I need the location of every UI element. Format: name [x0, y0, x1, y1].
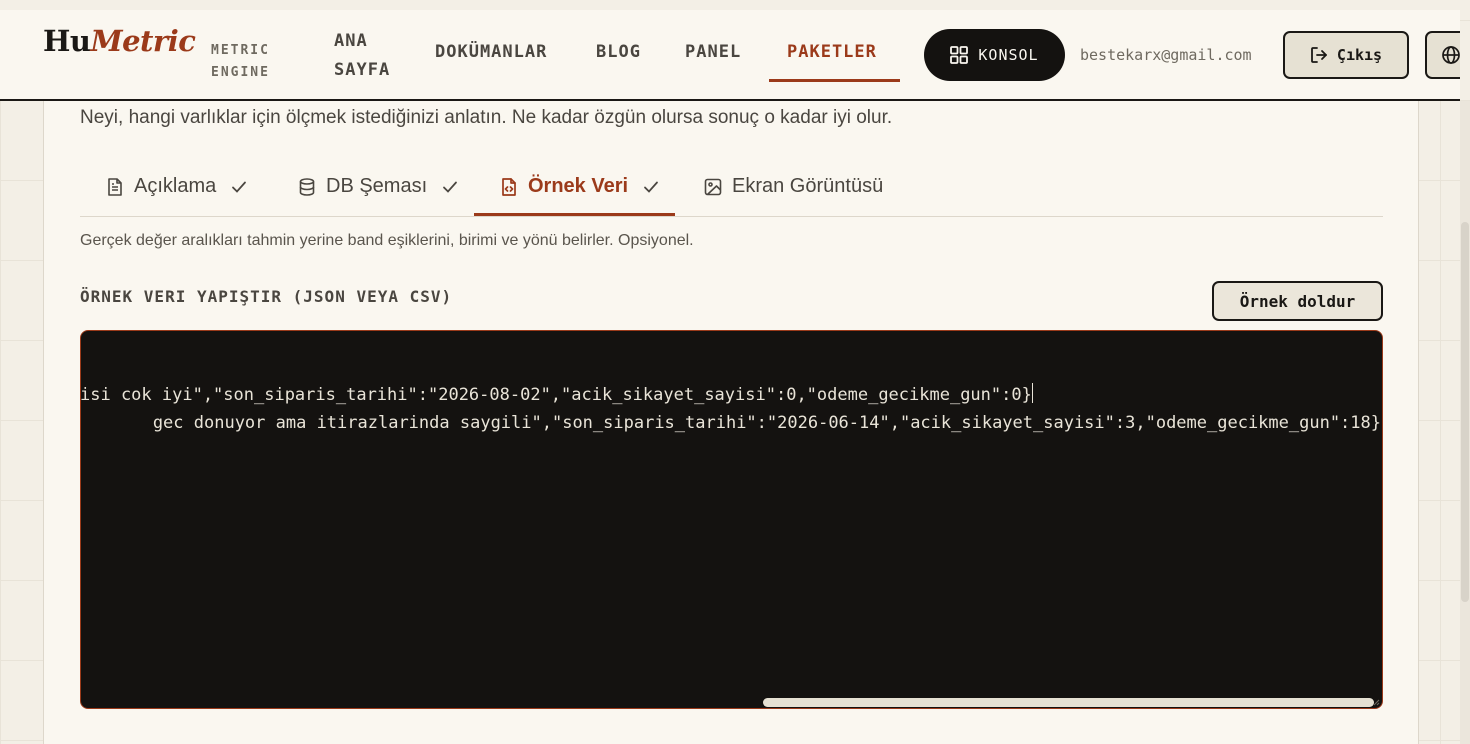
database-icon	[299, 177, 315, 196]
tab-db-semasi[interactable]: DB Şeması	[297, 157, 458, 216]
intro-text: Neyi, hangi varlıklar için ölçmek istedi…	[80, 107, 893, 128]
logout-button[interactable]: Çıkış	[1283, 31, 1409, 79]
tab-active-underline	[474, 213, 675, 216]
page-scrollbar-thumb[interactable]	[1461, 222, 1469, 602]
konsol-button[interactable]: KONSOL	[924, 29, 1065, 81]
code-content: gec donuyor ama itirazlarinda saygili","…	[153, 353, 1381, 493]
logo-subtitle: METRIC ENGINE	[211, 40, 270, 84]
globe-icon	[1442, 46, 1460, 64]
tab-aciklama[interactable]: Açıklama	[105, 157, 247, 216]
tab-ornek-veri[interactable]: Örnek Veri	[499, 157, 659, 216]
logo[interactable]: HuMetric	[43, 24, 196, 58]
nav-paketler[interactable]: PAKETLER	[787, 42, 877, 62]
code-line-2-wrap: isi cok iyi","son_siparis_tarihi":"2026-…	[80, 381, 1033, 409]
file-text-icon	[108, 177, 122, 196]
logo-metric: Metric	[90, 24, 196, 58]
fill-example-button[interactable]: Örnek doldur	[1212, 281, 1383, 321]
code-line-1: gec donuyor ama itirazlarinda saygili","…	[152, 413, 1381, 433]
tab-ekran-goruntusu[interactable]: Ekran Görüntüsü	[703, 157, 883, 216]
check-icon	[443, 181, 458, 193]
check-icon	[232, 181, 247, 193]
grid-icon	[950, 46, 969, 64]
file-code-icon	[502, 177, 516, 196]
tab-db-semasi-label: DB Şeması	[326, 175, 428, 197]
nav-ana-sayfa[interactable]: ANA SAYFA	[334, 27, 414, 85]
check-icon	[644, 181, 658, 193]
user-email: bestekarx@gmail.com	[1080, 46, 1252, 64]
konsol-label: KONSOL	[978, 46, 1039, 64]
section-label: ÖRNEK VERI YAPIŞTIR (JSON VEYA CSV)	[80, 287, 453, 306]
image-icon	[704, 178, 722, 195]
text-cursor	[1031, 383, 1033, 403]
code-line-2: isi cok iyi","son_siparis_tarihi":"2026-…	[80, 385, 1032, 405]
nav-ana-sayfa-line1: ANA	[334, 31, 368, 51]
language-button[interactable]	[1425, 31, 1460, 79]
logo-subtitle-line2: ENGINE	[211, 65, 270, 80]
logo-hu: Hu	[43, 24, 91, 58]
logo-subtitle-line1: METRIC	[211, 43, 270, 58]
nav-dokumanlar[interactable]: DOKÜMANLAR	[435, 42, 547, 62]
resize-handle-icon[interactable]	[1372, 698, 1380, 706]
top-strip	[0, 0, 1470, 10]
horizontal-scrollbar[interactable]	[763, 698, 1374, 707]
nav-panel[interactable]: PANEL	[685, 42, 741, 62]
nav-blog[interactable]: BLOG	[596, 42, 641, 62]
logout-icon	[1311, 47, 1327, 63]
nav-active-underline	[769, 79, 900, 82]
nav-ana-sayfa-line2: SAYFA	[334, 60, 391, 80]
main-card: Neyi, hangi varlıklar için ölçmek istedi…	[43, 101, 1419, 744]
tab-ekran-goruntusu-label: Ekran Görüntüsü	[732, 175, 884, 197]
logout-label: Çıkış	[1336, 46, 1383, 64]
site-header: HuMetric METRIC ENGINE ANA SAYFA DOKÜMAN…	[0, 10, 1460, 101]
tab-ornek-veri-label: Örnek Veri	[528, 175, 629, 197]
hint-text: Gerçek değer aralıkları tahmin yerine ba…	[80, 232, 694, 249]
input-tabs: Açıklama DB Şeması Örnek Veri Ekran Görü…	[80, 157, 1383, 217]
tab-aciklama-label: Açıklama	[134, 175, 217, 197]
sample-data-textarea[interactable]: gec donuyor ama itirazlarinda saygili","…	[80, 330, 1383, 709]
